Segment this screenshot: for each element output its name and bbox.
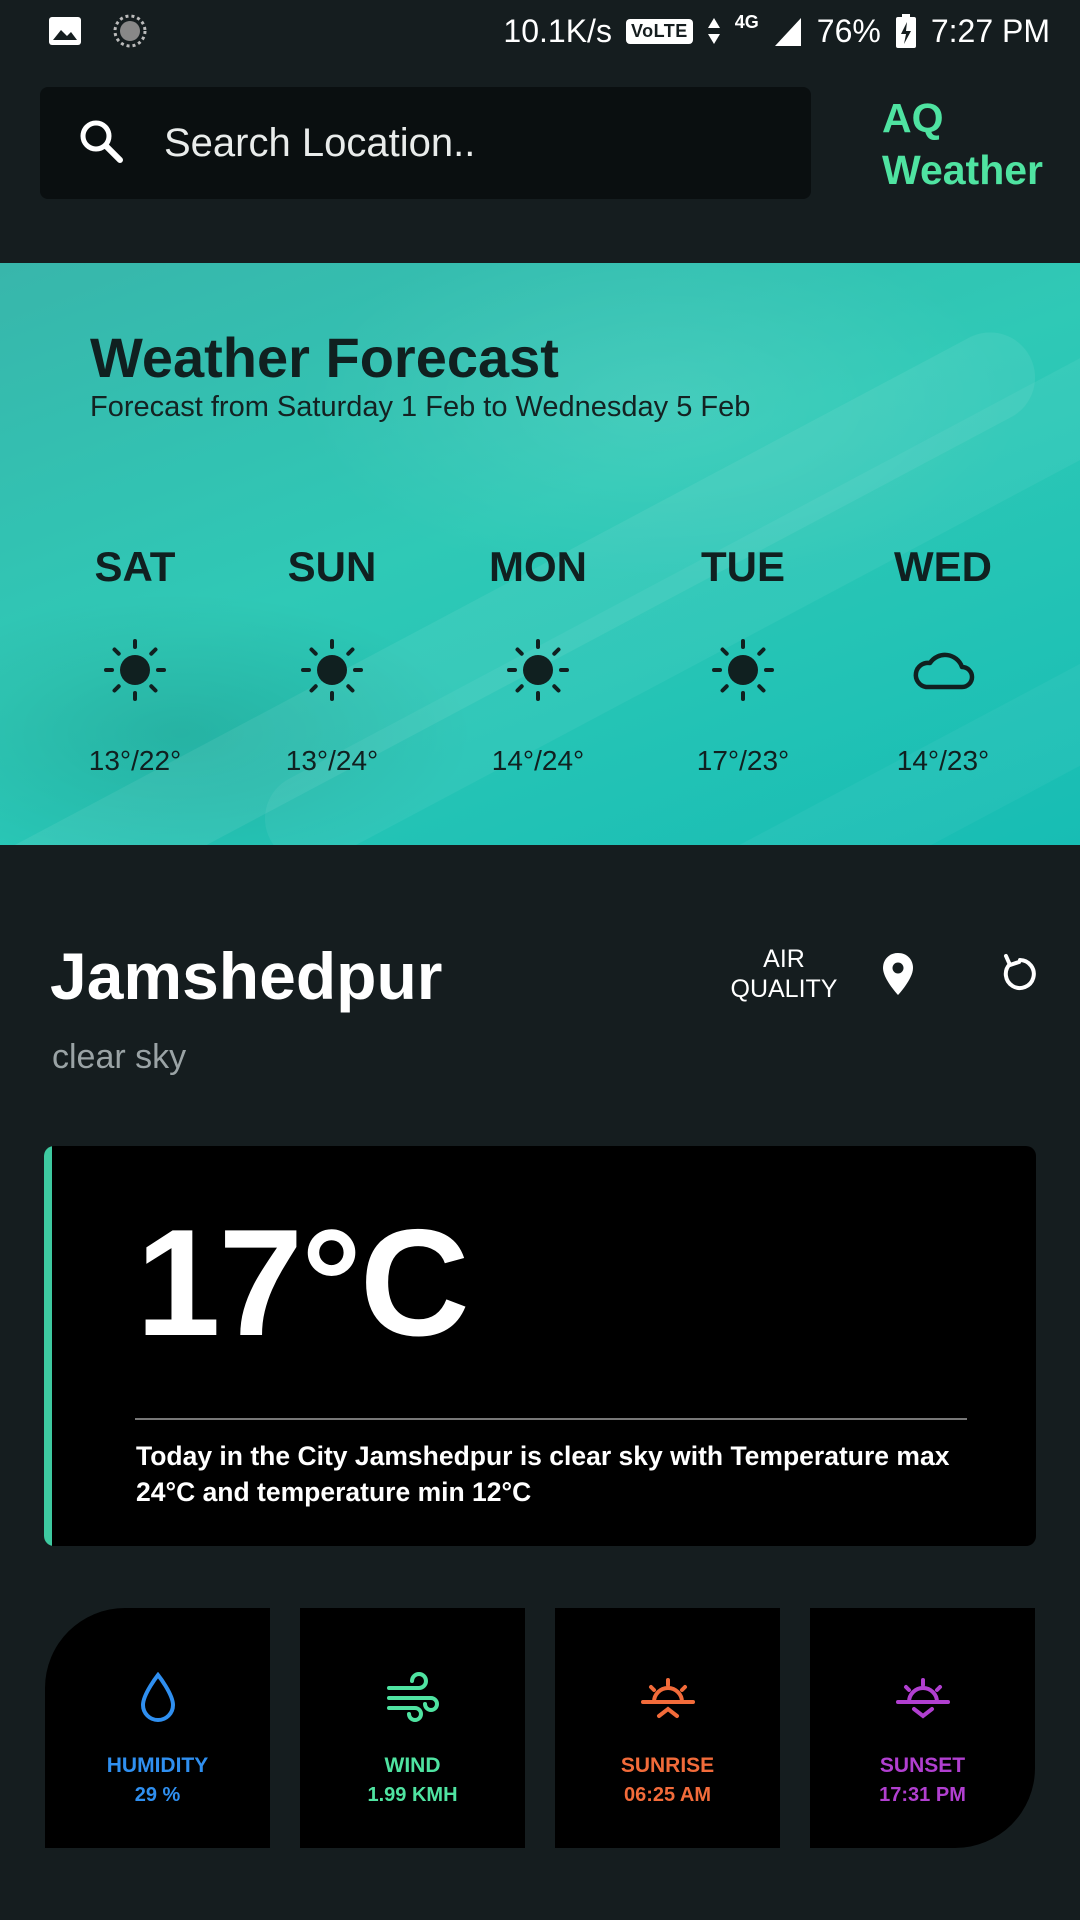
signal-icon: [773, 14, 803, 48]
sunrise-value: 06:25 AM: [623, 1784, 712, 1806]
sunrise-icon: [555, 1658, 780, 1738]
search-icon: [76, 116, 126, 171]
day-temperature: 14°/23°: [896, 745, 990, 776]
forecast-day: WED 14°/23°: [853, 543, 1033, 777]
day-temperature: 13°/24°: [285, 745, 379, 776]
air-quality-label-line-2: QUALITY: [730, 975, 838, 1003]
network-type: 4G: [734, 11, 759, 32]
air-quality-label-line-1: AIR: [763, 945, 805, 973]
sunset-label: SUNSET: [879, 1754, 966, 1777]
weather-description: clear sky: [52, 1038, 187, 1076]
metrics-row: HUMIDITY 29 % WIND 1.99 KMH SUNRISE 06:2…: [45, 1608, 1035, 1848]
wind-label: WIND: [384, 1754, 441, 1777]
humidity-tile: HUMIDITY 29 %: [45, 1608, 270, 1848]
current-weather-card: 17°C Today in the City Jamshedpur is cle…: [44, 1146, 1036, 1546]
app-logo-text: AQ Weather: [882, 92, 1043, 196]
wind-tile: WIND 1.99 KMH: [300, 1608, 525, 1848]
day-temperature: 13°/22°: [88, 745, 182, 776]
day-name: TUE: [701, 543, 785, 590]
status-bar: 10.1K/s VoLTE 4G 76% 7:27 PM: [0, 0, 1080, 62]
forecast-subtitle: Forecast from Saturday 1 Feb to Wednesda…: [90, 391, 751, 423]
humidity-value: 29 %: [134, 1784, 181, 1806]
cloud-icon: [853, 615, 1033, 725]
day-name: WED: [894, 543, 992, 590]
sunrise-tile: SUNRISE 06:25 AM: [555, 1608, 780, 1848]
forecast-day: MON 14°/24°: [448, 543, 628, 777]
forecast-banner: Weather Forecast Forecast from Saturday …: [0, 263, 1080, 845]
droplet-icon: [45, 1658, 270, 1738]
clock: 7:27 PM: [930, 12, 1050, 49]
divider: [135, 1418, 967, 1420]
app-screen: 10.1K/s VoLTE 4G 76% 7:27 PM Search Loca…: [0, 0, 1080, 1920]
network-speed: 10.1K/s: [503, 12, 612, 49]
day-name: MON: [489, 543, 587, 590]
sunrise-label: SUNRISE: [620, 1754, 715, 1777]
brand-line-1: AQ: [882, 95, 944, 141]
sunset-value: 17:31 PM: [879, 1784, 966, 1806]
forecast-day: SUN 13°/24°: [242, 543, 422, 777]
forecast-title: Weather Forecast: [90, 326, 559, 389]
current-temperature: 17°C: [136, 1198, 470, 1368]
battery-charging-icon: [895, 13, 917, 49]
location-pin-icon[interactable]: [872, 948, 924, 1000]
battery-percent: 76%: [816, 12, 881, 49]
card-accent-bar: [44, 1146, 52, 1546]
sunset-icon: [810, 1658, 1035, 1738]
day-name: SAT: [94, 543, 176, 590]
search-input[interactable]: Search Location..: [40, 87, 811, 199]
brand-line-2: Weather: [882, 147, 1044, 193]
sun-icon: [242, 615, 422, 725]
sun-icon: [448, 615, 628, 725]
sun-icon: [45, 615, 225, 725]
wind-value: 1.99 KMH: [367, 1784, 458, 1806]
air-quality-button[interactable]: AIR QUALITY: [718, 944, 850, 1004]
gallery-notification-icon: [48, 16, 82, 46]
day-temperature: 17°/23°: [696, 745, 790, 776]
humidity-label: HUMIDITY: [106, 1754, 209, 1777]
refresh-icon[interactable]: [994, 948, 1046, 1000]
data-arrows-icon: [707, 16, 721, 46]
volte-badge: VoLTE: [625, 18, 693, 44]
city-name: Jamshedpur: [50, 939, 443, 1013]
sun-icon: [653, 615, 833, 725]
forecast-day: SAT 13°/22°: [45, 543, 225, 777]
sunset-tile: SUNSET 17:31 PM: [810, 1608, 1035, 1848]
weather-summary: Today in the City Jamshedpur is clear sk…: [136, 1441, 950, 1507]
day-temperature: 14°/24°: [491, 745, 585, 776]
day-name: SUN: [287, 543, 377, 590]
forecast-day: TUE 17°/23°: [653, 543, 833, 777]
wind-icon: [300, 1658, 525, 1738]
loading-notification-icon: [112, 13, 148, 49]
search-placeholder: Search Location..: [164, 120, 476, 165]
